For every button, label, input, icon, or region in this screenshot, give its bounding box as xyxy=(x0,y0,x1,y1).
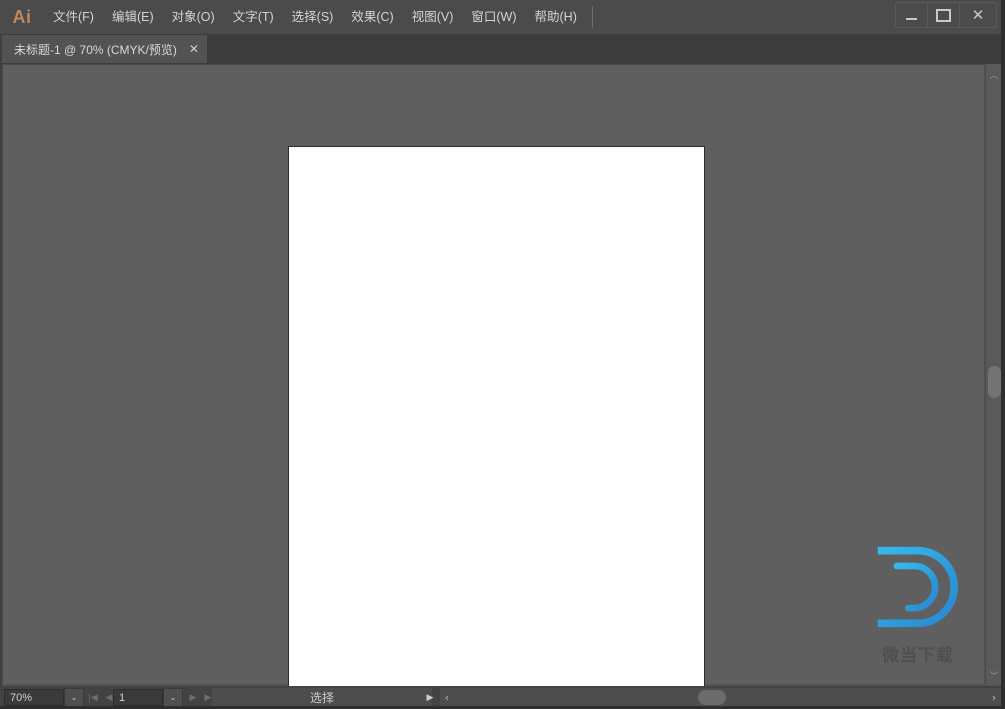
maximize-icon xyxy=(936,8,951,22)
horizontal-scrollbar-thumb[interactable] xyxy=(698,690,726,705)
scroll-left-icon[interactable]: ‹ xyxy=(440,688,454,707)
scroll-down-icon[interactable]: ﹀ xyxy=(986,667,1002,683)
zoom-input[interactable]: 70% xyxy=(4,689,64,706)
status-indicator[interactable]: 选择 xyxy=(212,688,432,707)
minimize-button[interactable] xyxy=(896,3,928,27)
horizontal-scrollbar[interactable]: ‹ › xyxy=(440,688,1001,707)
page-input[interactable]: 1 xyxy=(113,689,163,706)
zoom-value: 70% xyxy=(10,691,33,704)
menu-effect[interactable]: 效果(C) xyxy=(342,0,402,34)
menu-help[interactable]: 帮助(H) xyxy=(526,0,586,34)
page-value: 1 xyxy=(119,691,126,704)
menu-bar: Ai 文件(F) 编辑(E) 对象(O) 文字(T) 选择(S) 效果(C) 视… xyxy=(0,0,1005,34)
maximize-button[interactable] xyxy=(928,3,960,27)
vertical-scrollbar-thumb[interactable] xyxy=(988,366,1001,398)
canvas-workspace[interactable] xyxy=(0,64,1005,686)
close-button[interactable]: ✕ xyxy=(960,3,996,27)
window-border-left xyxy=(0,34,2,686)
document-tab[interactable]: 未标题-1 @ 70% (CMYK/预览) ✕ xyxy=(2,35,207,63)
tab-close-icon[interactable]: ✕ xyxy=(189,43,199,55)
menu-edit[interactable]: 编辑(E) xyxy=(103,0,163,34)
window-border-right xyxy=(1001,0,1005,709)
artboard[interactable] xyxy=(288,146,705,686)
menu-object[interactable]: 对象(O) xyxy=(163,0,224,34)
page-dropdown-icon[interactable]: ⌄ xyxy=(163,688,183,707)
menu-items: 文件(F) 编辑(E) 对象(O) 文字(T) 选择(S) 效果(C) 视图(V… xyxy=(44,0,593,34)
window-controls: ✕ xyxy=(895,2,997,28)
menu-file[interactable]: 文件(F) xyxy=(44,0,103,34)
minimize-icon xyxy=(906,17,917,20)
canvas-surface[interactable] xyxy=(2,64,984,686)
illustrator-window: Ai 文件(F) 编辑(E) 对象(O) 文字(T) 选择(S) 效果(C) 视… xyxy=(0,0,1005,709)
menu-window[interactable]: 窗口(W) xyxy=(462,0,525,34)
menu-type[interactable]: 文字(T) xyxy=(224,0,283,34)
scroll-up-icon[interactable]: ︿ xyxy=(986,66,1002,82)
document-tab-bar: 未标题-1 @ 70% (CMYK/预览) ✕ xyxy=(0,34,1005,64)
document-tab-label: 未标题-1 @ 70% (CMYK/预览) xyxy=(14,42,177,57)
close-icon: ✕ xyxy=(971,5,985,24)
menu-view[interactable]: 视图(V) xyxy=(403,0,463,34)
status-label: 选择 xyxy=(309,691,334,705)
zoom-dropdown-icon[interactable]: ⌄ xyxy=(64,688,84,707)
scroll-right-icon[interactable]: › xyxy=(987,688,1001,707)
status-menu-icon[interactable]: ▶ xyxy=(422,689,438,706)
menu-select[interactable]: 选择(S) xyxy=(283,0,343,34)
app-logo-icon: Ai xyxy=(12,6,32,27)
vertical-scrollbar[interactable]: ︿ ﹀ xyxy=(985,64,1002,685)
menu-divider xyxy=(591,6,593,28)
